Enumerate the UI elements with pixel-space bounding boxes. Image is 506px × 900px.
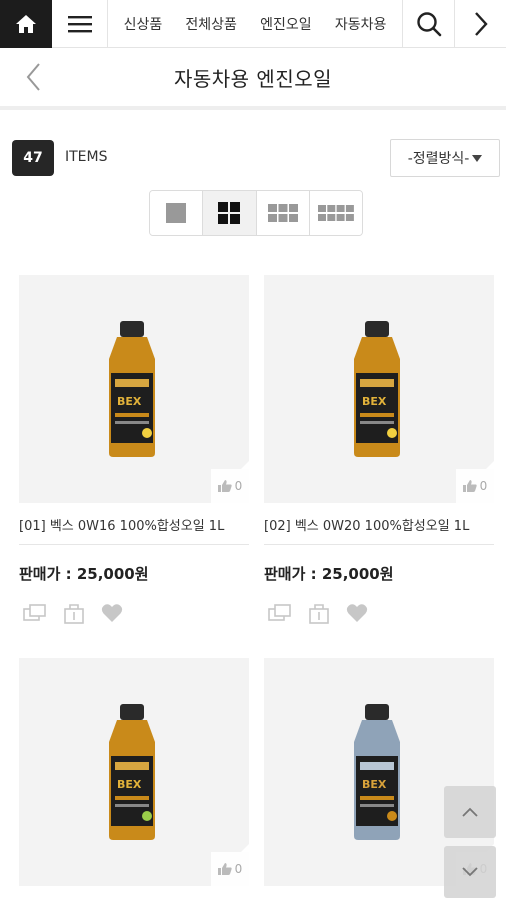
product-thumbnail[interactable]: BEX 0 — [264, 275, 494, 503]
like-button[interactable]: 0 — [456, 461, 494, 503]
chevron-up-icon — [462, 807, 478, 817]
product-actions — [19, 602, 249, 624]
like-count: 0 — [234, 862, 243, 876]
bag-icon — [64, 604, 84, 624]
zoom-view-button[interactable] — [268, 604, 292, 622]
nav-next-button[interactable] — [454, 0, 506, 48]
grid-2-icon — [218, 202, 241, 224]
caret-down-icon — [472, 154, 483, 162]
home-button[interactable] — [0, 0, 52, 48]
svg-text:BEX: BEX — [117, 395, 142, 408]
back-button[interactable] — [16, 60, 50, 94]
view-3-column-button[interactable] — [256, 191, 310, 235]
like-button[interactable]: 0 — [211, 844, 249, 886]
wishlist-button[interactable] — [101, 603, 123, 623]
items-label: ITEMS — [65, 149, 108, 165]
add-to-cart-button[interactable] — [308, 602, 330, 624]
view-2-column-button[interactable] — [203, 191, 257, 235]
nav-item-car[interactable]: 자동차용 — [335, 14, 387, 34]
view-1-column-button[interactable] — [150, 191, 204, 235]
chevron-down-icon — [462, 867, 478, 877]
like-count: 0 — [479, 479, 488, 493]
oil-bottle-image: BEX — [109, 704, 155, 840]
like-button[interactable]: 0 — [211, 461, 249, 503]
nav-item-engine-oil[interactable]: 엔진오일 — [260, 14, 312, 34]
grid-3-icon — [267, 204, 298, 222]
category-nav: 신상품 전체상품 엔진오일 자동차용 — [108, 0, 402, 47]
oil-bottle-image: BEX — [109, 321, 155, 457]
heart-icon — [101, 604, 123, 622]
product-price: 판매가 : 25,000원 — [19, 565, 149, 583]
grid-4-icon — [317, 205, 354, 221]
oil-bottle-image: BEX — [354, 321, 400, 457]
product-name[interactable]: [01] 벡스 0W16 100%합성오일 1L — [19, 515, 249, 545]
item-count-badge: 47 — [12, 140, 54, 176]
menu-button[interactable] — [52, 0, 108, 48]
thumbs-up-icon — [217, 480, 232, 492]
bag-icon — [309, 604, 329, 624]
product-thumbnail[interactable]: BEX 0 — [19, 275, 249, 503]
product-card[interactable]: BEX 0 [02] 벡스 0W20 100%합성오일 1L 판매가 : 25,… — [264, 275, 494, 624]
like-count: 0 — [234, 479, 243, 493]
scroll-top-button[interactable] — [444, 786, 496, 838]
product-thumbnail[interactable]: BEX 0 — [19, 658, 249, 886]
home-icon — [16, 15, 36, 33]
scroll-bottom-button[interactable] — [444, 846, 496, 898]
sort-label: -정렬방식- — [407, 151, 470, 167]
window-icon — [23, 604, 46, 621]
oil-bottle-image: BEX — [354, 704, 400, 840]
chevron-left-icon — [26, 63, 40, 91]
title-bar: 자동차용 엔진오일 — [0, 48, 506, 110]
hamburger-icon — [67, 16, 92, 33]
product-card[interactable]: BEX 0 [01] 벡스 0W16 100%합성오일 1L 판매가 : 25,… — [19, 275, 249, 624]
thumbs-up-icon — [462, 480, 477, 492]
wishlist-button[interactable] — [346, 603, 368, 623]
product-name[interactable]: [02] 벡스 0W20 100%합성오일 1L — [264, 515, 494, 545]
product-actions — [264, 602, 494, 624]
sort-select[interactable]: -정렬방식- — [390, 139, 500, 177]
svg-text:BEX: BEX — [362, 395, 387, 408]
view-4-column-button[interactable] — [309, 191, 362, 235]
heart-icon — [346, 604, 368, 622]
chevron-right-icon — [474, 12, 488, 36]
add-to-cart-button[interactable] — [63, 602, 85, 624]
product-price: 판매가 : 25,000원 — [264, 565, 394, 583]
search-icon — [416, 12, 441, 37]
svg-text:BEX: BEX — [362, 778, 387, 791]
page-title: 자동차용 엔진오일 — [173, 66, 333, 91]
top-nav: 신상품 전체상품 엔진오일 자동차용 — [0, 0, 506, 48]
nav-item-all[interactable]: 전체상품 — [185, 14, 237, 34]
thumbs-up-icon — [217, 863, 232, 875]
view-toggle-group — [149, 190, 363, 236]
nav-item-new[interactable]: 신상품 — [124, 14, 163, 34]
svg-text:BEX: BEX — [117, 778, 142, 791]
product-card[interactable]: BEX 0 — [19, 658, 249, 886]
grid-1-icon — [166, 203, 187, 223]
search-button[interactable] — [402, 0, 454, 48]
window-icon — [268, 604, 291, 621]
zoom-view-button[interactable] — [23, 604, 47, 622]
